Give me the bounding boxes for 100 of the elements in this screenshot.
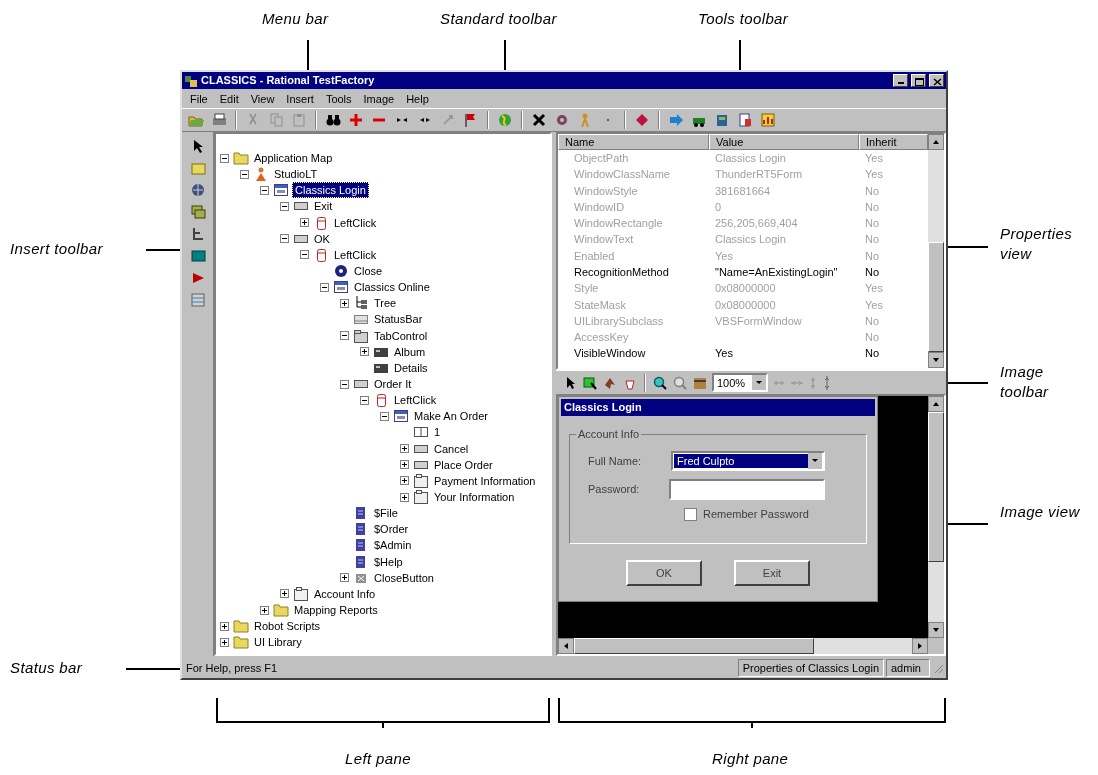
tree-item[interactable]: Payment Information	[432, 473, 538, 488]
tree-item[interactable]: Cancel	[432, 441, 471, 456]
collapse-icon[interactable]	[300, 250, 309, 260]
name-dropdown[interactable]: Fred Culpto	[671, 451, 825, 471]
tree-item[interactable]: Make An Order	[412, 409, 490, 424]
document-icon[interactable]	[737, 112, 753, 128]
globe-icon[interactable]	[189, 182, 206, 198]
expand-icon[interactable]	[260, 605, 269, 615]
checkbox-label[interactable]: Remember Password	[703, 506, 809, 523]
collapse-icon[interactable]	[280, 202, 289, 211]
zoom-in-icon[interactable]	[652, 374, 668, 391]
windows-icon[interactable]	[189, 204, 206, 220]
scroll-down-icon[interactable]	[928, 352, 944, 368]
menu-item[interactable]: Edit	[213, 90, 245, 107]
tree-item[interactable]: Order It	[372, 377, 414, 392]
gem-icon[interactable]	[634, 112, 650, 128]
checkbox-icon[interactable]	[684, 507, 697, 521]
expand-icon[interactable]	[400, 476, 409, 486]
tree-item[interactable]: CloseButton	[372, 570, 436, 585]
tree-item[interactable]: 1	[432, 425, 443, 440]
expand-icon[interactable]	[220, 637, 229, 647]
tree-item[interactable]: Your Information	[432, 490, 517, 504]
collapse-icon[interactable]	[320, 282, 329, 292]
tree-item[interactable]: Classics Online	[352, 280, 432, 295]
binoculars-icon[interactable]	[325, 112, 341, 128]
tree-item[interactable]: LeftClick	[332, 247, 379, 262]
column-header[interactable]: Value	[709, 134, 859, 150]
dialog-button[interactable]: Exit	[734, 560, 810, 586]
vertical-scrollbar[interactable]	[928, 134, 944, 368]
scroll-up-icon[interactable]	[928, 134, 944, 150]
menu-item[interactable]: Image	[357, 90, 401, 107]
screen-icon[interactable]	[189, 248, 206, 264]
menu-item[interactable]: View	[244, 90, 281, 107]
scroll-thumb[interactable]	[928, 412, 944, 562]
horizontal-scrollbar[interactable]	[558, 638, 928, 654]
tree-item[interactable]: Robot Scripts	[252, 619, 323, 634]
maximize-button[interactable]	[911, 74, 926, 87]
tree-item[interactable]: StudioLT	[272, 167, 320, 182]
tree-item[interactable]: Place Order	[432, 457, 495, 472]
collapse-icon[interactable]	[220, 153, 229, 163]
collapse-icon[interactable]	[340, 331, 349, 341]
expand-icon[interactable]	[340, 573, 349, 583]
book-icon[interactable]	[714, 112, 730, 128]
cross-icon[interactable]	[531, 112, 547, 128]
menu-item[interactable]: File	[184, 90, 214, 107]
tree-item[interactable]: Tree	[372, 296, 399, 311]
tree-item[interactable]: Account Info	[312, 586, 378, 601]
expand-icon[interactable]	[280, 589, 289, 599]
minimize-button[interactable]	[893, 74, 908, 87]
plus-icon[interactable]	[348, 112, 364, 128]
expand-icon[interactable]	[220, 621, 229, 631]
password-field[interactable]	[669, 479, 825, 500]
column-header[interactable]: Inherit	[859, 134, 928, 150]
printer-icon[interactable]	[211, 112, 227, 128]
scroll-thumb[interactable]	[928, 242, 944, 352]
tree-item[interactable]: StatusBar	[372, 312, 425, 327]
collapse-icon[interactable]	[260, 185, 269, 195]
expand-icon[interactable]	[360, 347, 369, 357]
expand-icon[interactable]	[400, 444, 409, 454]
resize-grip-icon[interactable]	[932, 662, 944, 674]
tree-item[interactable]: $File	[372, 506, 400, 521]
gear-icon[interactable]	[554, 112, 570, 128]
vertical-scrollbar[interactable]	[928, 396, 944, 638]
dialog-button[interactable]: OK	[626, 560, 702, 586]
expand-icon[interactable]	[300, 218, 309, 228]
tree-item[interactable]: Close	[352, 264, 385, 279]
expand-icon[interactable]	[400, 460, 409, 470]
chart-icon[interactable]	[760, 112, 776, 128]
column-header[interactable]: Name	[558, 134, 709, 150]
tree-item[interactable]: Application Map	[252, 151, 335, 166]
menu-item[interactable]: Tools	[319, 90, 358, 107]
expand-icon[interactable]	[340, 298, 349, 308]
scroll-right-icon[interactable]	[912, 638, 928, 654]
menu-item[interactable]: Help	[400, 90, 435, 107]
tree-item[interactable]: Mapping Reports	[292, 603, 380, 617]
zoom-dropdown[interactable]: 100%	[712, 373, 768, 392]
collapse-icon[interactable]	[360, 395, 369, 405]
tree-item[interactable]: $Order	[372, 522, 411, 537]
collapse-icon[interactable]	[240, 169, 249, 179]
tree-item[interactable]: LeftClick	[332, 215, 379, 230]
tree-item[interactable]: Classics Login	[292, 182, 369, 199]
tree-item[interactable]: $Admin	[372, 538, 414, 553]
tree-item[interactable]: Album	[392, 344, 428, 359]
collapse-icon[interactable]	[380, 411, 389, 421]
distribute-vertical-icon[interactable]	[822, 374, 832, 391]
scroll-up-icon[interactable]	[928, 396, 944, 412]
tree-item[interactable]: LeftClick	[392, 393, 439, 408]
scroll-thumb[interactable]	[574, 638, 814, 654]
select-icon[interactable]	[582, 374, 598, 391]
tree-item[interactable]: OK	[312, 231, 332, 246]
menu-item[interactable]: Insert	[280, 90, 320, 107]
tree-item[interactable]: Exit	[312, 199, 335, 214]
tree-item[interactable]: Details	[392, 360, 430, 375]
scroll-left-icon[interactable]	[558, 638, 574, 654]
tree-item[interactable]: $Help	[372, 554, 405, 569]
tree-item[interactable]: TabControl	[372, 328, 430, 343]
scroll-down-icon[interactable]	[928, 622, 944, 638]
collapse-icon[interactable]	[280, 234, 289, 244]
close-button[interactable]	[929, 74, 944, 87]
expand-icon[interactable]	[400, 492, 409, 502]
